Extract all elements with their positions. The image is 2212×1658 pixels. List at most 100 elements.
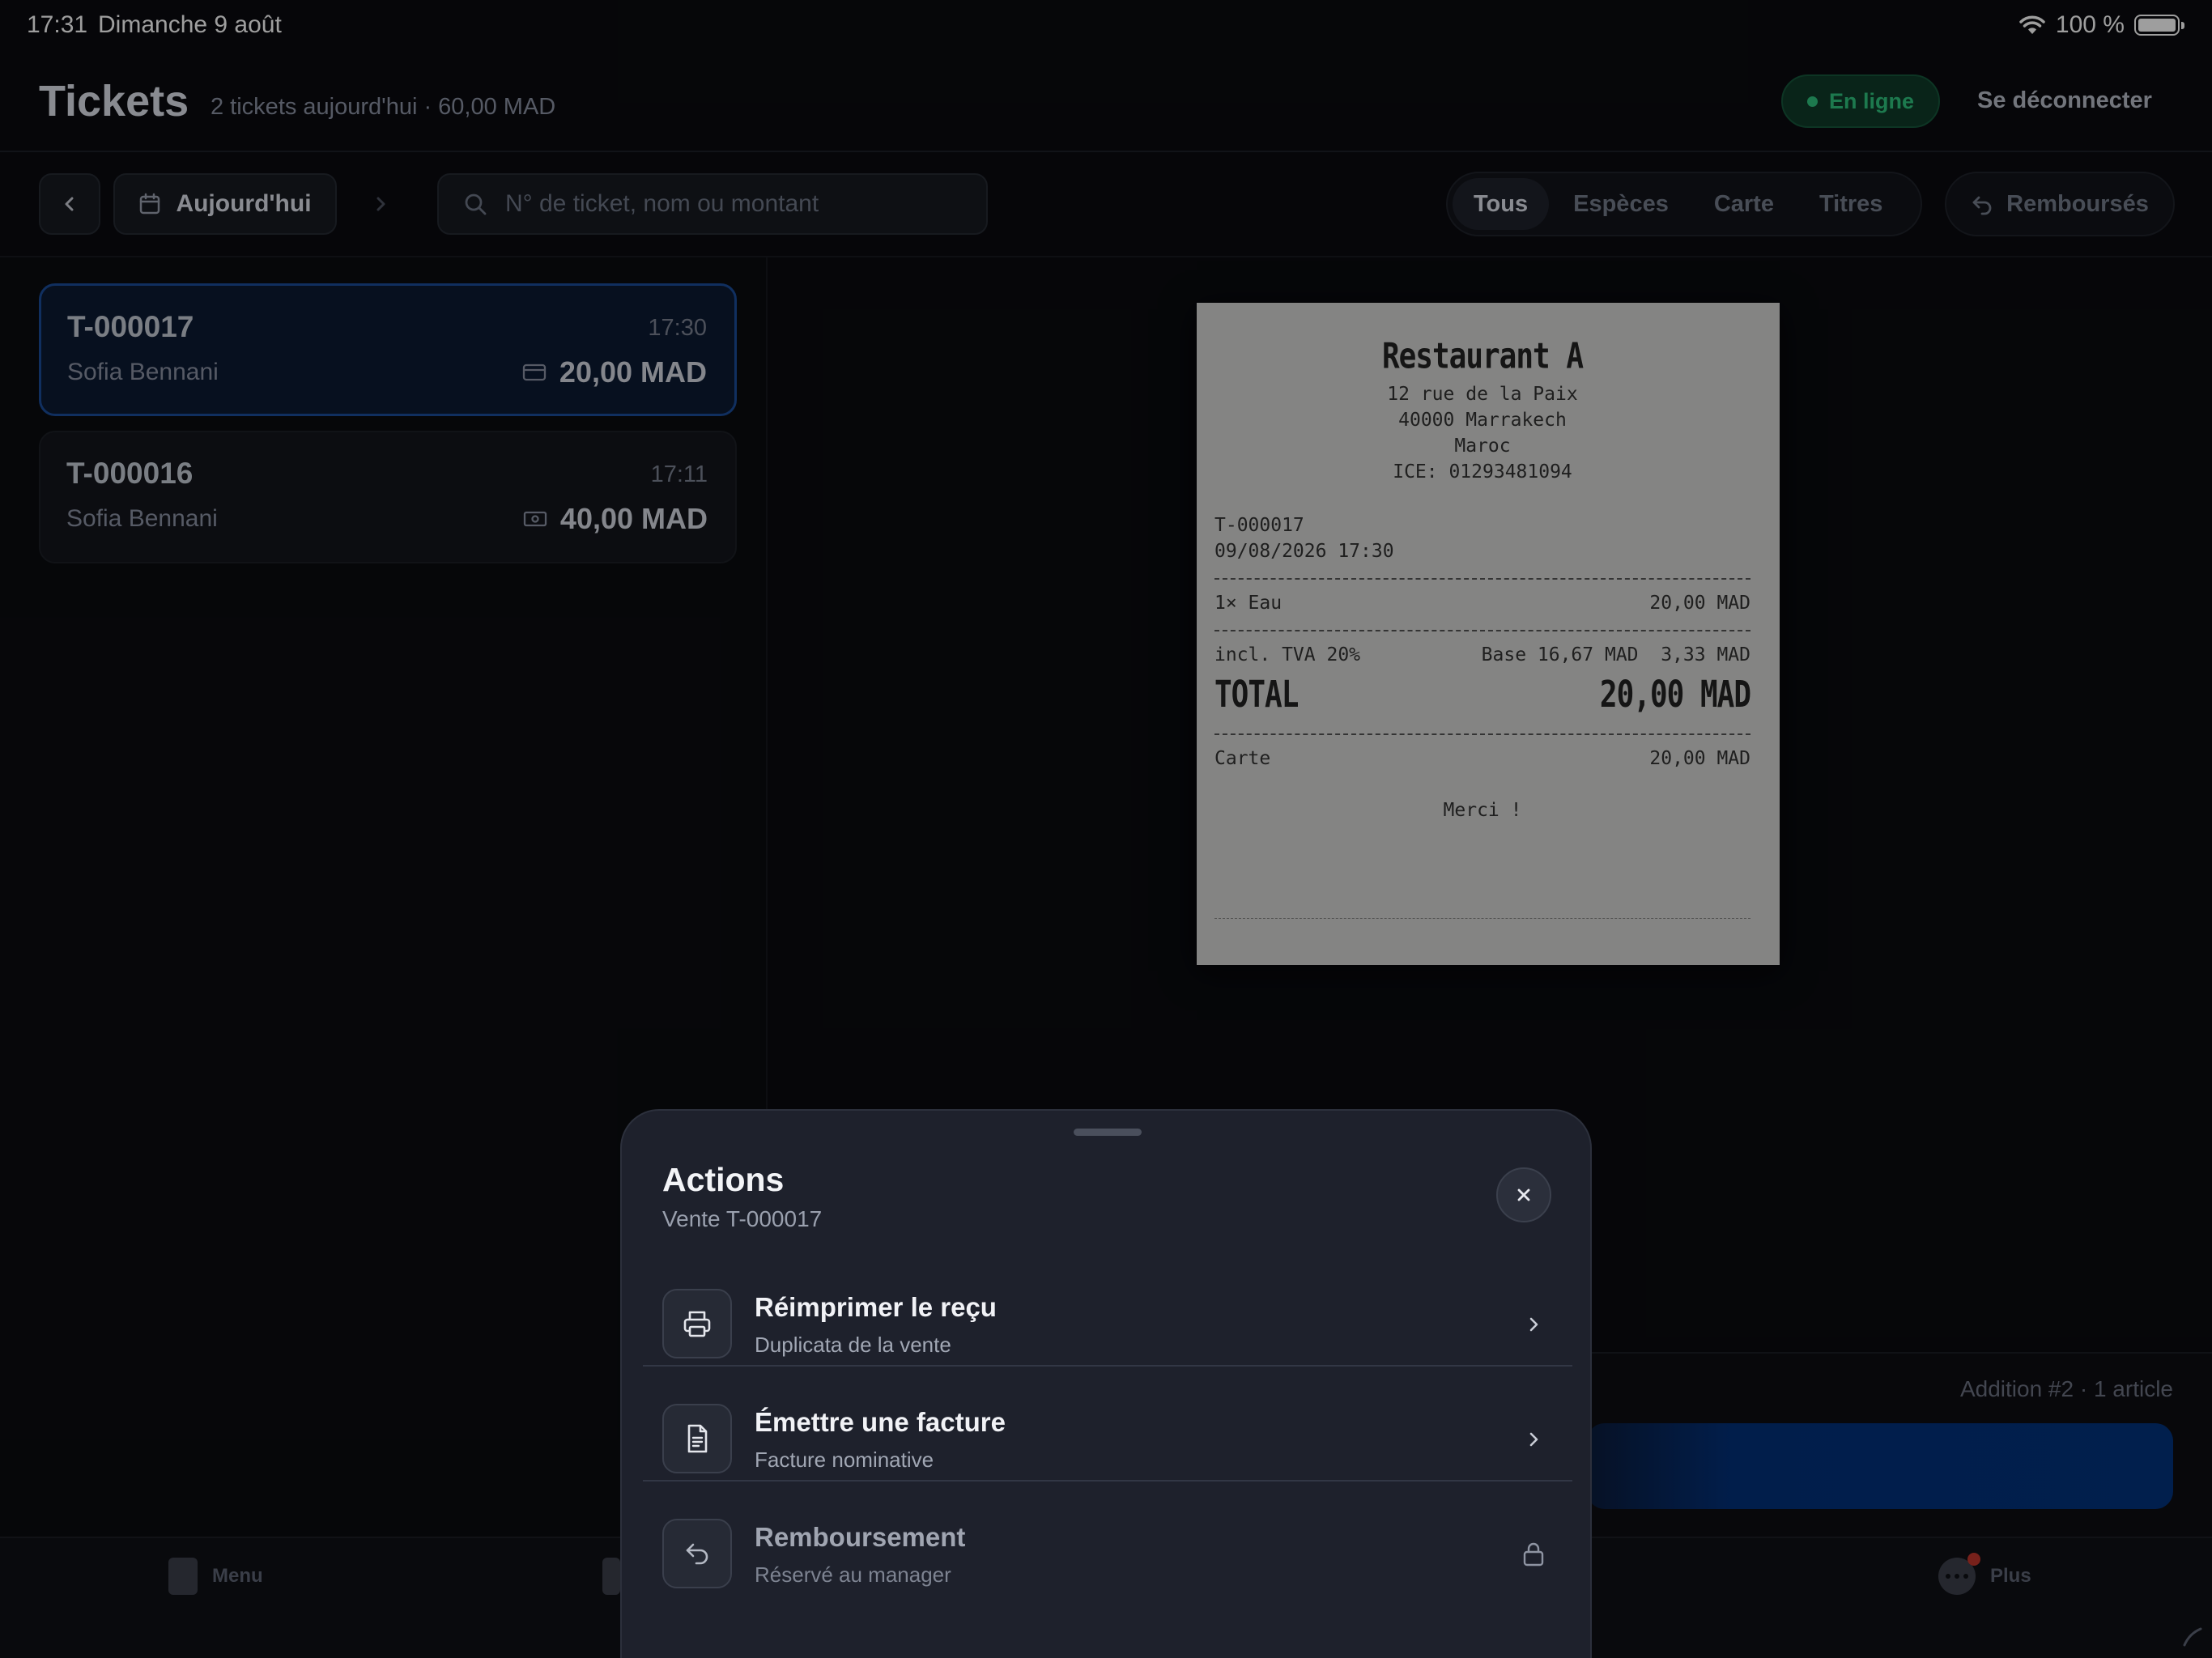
addition-info: Addition #2 · 1 article <box>1959 1376 2173 1401</box>
issue-invoice-action[interactable]: Émettre une facture Facture nominative <box>643 1383 1572 1496</box>
receipt-total-row: TOTAL 20,00 MAD <box>1214 674 1751 716</box>
receipt-cut-line <box>1214 918 1750 919</box>
page-title: Tickets <box>39 77 189 125</box>
action-icon-box <box>662 1404 732 1473</box>
receipt-total-amount: 20,00 MAD <box>1599 674 1751 716</box>
chevron-right-icon <box>1517 1308 1550 1341</box>
payment-filter-segmented-control: Tous Espèces Carte Titres <box>1446 172 1922 236</box>
filter-card[interactable]: Carte <box>1693 178 1795 230</box>
ticket-time: 17:11 <box>650 461 708 487</box>
receipt-item-amount: 20,00 MAD <box>1649 593 1750 614</box>
receipt-ice: ICE: 01293481094 <box>1393 461 1572 483</box>
receipt-address-line2: 40000 Marrakech <box>1398 410 1567 431</box>
sheet-title: Actions <box>662 1161 785 1198</box>
header-divider <box>0 151 2212 152</box>
ticket-card[interactable]: T-000017 17:30 Sofia Bennani 20,00 MAD <box>39 283 737 416</box>
search-icon <box>465 193 487 215</box>
more-icon <box>1938 1553 1980 1595</box>
online-status-label: En ligne <box>1828 88 1914 113</box>
ticket-amount: 40,00 MAD <box>523 502 708 536</box>
action-divider <box>643 1480 1572 1482</box>
battery-icon <box>2134 15 2184 36</box>
action-subtitle: Duplicata de la vente <box>755 1333 951 1357</box>
receipt-tax-row: incl. TVA 20% Base 16,67 MAD 3,33 MAD <box>1214 644 1750 665</box>
cash-icon <box>523 511 547 527</box>
action-title: Remboursement <box>755 1522 966 1552</box>
action-title: Réimprimer le reçu <box>755 1292 997 1322</box>
ticket-time: 17:30 <box>648 315 707 341</box>
action-subtitle: Facture nominative <box>755 1448 934 1472</box>
filter-vouchers[interactable]: Titres <box>1798 178 1904 230</box>
online-dot-icon <box>1806 96 1818 107</box>
ticket-customer: Sofia Bennani <box>67 359 219 385</box>
refund-action[interactable]: Remboursement Réservé au manager <box>643 1498 1572 1611</box>
filter-cash[interactable]: Espèces <box>1552 178 1690 230</box>
calendar-icon <box>140 193 160 215</box>
receipt-restaurant-text: Restaurant A <box>1381 336 1584 377</box>
action-icon-box <box>662 1519 732 1588</box>
receipt-tax-label: incl. TVA 20% <box>1214 644 1361 665</box>
document-icon <box>687 1424 708 1453</box>
receipt-thanks: Merci ! <box>1443 800 1522 821</box>
chevron-right-icon <box>1517 1423 1550 1456</box>
receipt-country: Maroc <box>1454 436 1511 457</box>
ticket-id: T-000017 <box>67 310 194 343</box>
receipt-total-label: TOTAL <box>1214 674 1299 716</box>
sheet-grabber[interactable] <box>1074 1129 1142 1136</box>
close-icon <box>1517 1188 1530 1201</box>
primary-action-button[interactable] <box>1587 1423 2173 1509</box>
action-icon-box <box>662 1289 732 1358</box>
search-field[interactable] <box>437 173 988 235</box>
receipt-ticket-id: T-000017 <box>1214 515 1304 536</box>
tab-tables[interactable] <box>602 1558 620 1595</box>
lock-icon <box>1517 1538 1550 1571</box>
previous-day-button[interactable] <box>39 173 100 235</box>
ticket-amount-value: 40,00 MAD <box>559 502 708 535</box>
receipt-restaurant-name: Restaurant A <box>1214 336 1750 377</box>
reprint-receipt-action[interactable]: Réimprimer le reçu Duplicata de la vente <box>643 1268 1572 1381</box>
online-status-badge: En ligne <box>1781 74 1940 128</box>
ticket-amount: 20,00 MAD <box>522 355 707 389</box>
receipt-separator <box>1214 630 1750 631</box>
chevron-right-icon <box>376 197 385 211</box>
filter-all[interactable]: Tous <box>1453 178 1550 230</box>
date-picker-button[interactable]: Aujourd'hui <box>113 173 337 235</box>
refunds-filter-button[interactable]: Remboursés <box>1945 172 2175 236</box>
card-icon <box>522 363 547 381</box>
ticket-customer: Sofia Bennani <box>66 505 218 532</box>
page-subtitle: 2 tickets aujourd'hui · 60,00 MAD <box>211 94 556 120</box>
status-date: Dimanche 9 août <box>98 11 282 38</box>
battery-percent: 100 % <box>2055 11 2125 38</box>
action-title: Émettre une facture <box>755 1407 1006 1437</box>
date-label: Aujourd'hui <box>176 190 312 217</box>
next-day-button[interactable] <box>350 173 411 235</box>
action-subtitle: Réservé au manager <box>755 1562 951 1587</box>
status-time: 17:31 <box>27 11 88 38</box>
receipt-payment-label: Carte <box>1214 748 1271 769</box>
status-indicators: 100 % <box>2018 11 2184 39</box>
undo-icon <box>1972 196 1992 215</box>
close-sheet-button[interactable] <box>1496 1167 1551 1222</box>
receipt-tax-detail: Base 16,67 MAD 3,33 MAD <box>1481 644 1750 665</box>
tab-more[interactable]: Plus <box>1938 1553 2031 1595</box>
chevron-left-icon <box>65 197 74 211</box>
pencil-icon <box>2183 1627 2202 1647</box>
search-input[interactable] <box>505 190 975 218</box>
tables-icon <box>602 1558 620 1595</box>
tab-menu[interactable]: Menu <box>168 1558 263 1595</box>
ticket-id: T-000016 <box>66 457 194 490</box>
receipt-payment-amount: 20,00 MAD <box>1649 748 1750 769</box>
refunds-label: Remboursés <box>2006 190 2149 217</box>
tab-more-label: Plus <box>1990 1565 2031 1587</box>
action-divider <box>643 1365 1572 1367</box>
receipt-item-row: 1× Eau 20,00 MAD <box>1214 593 1750 614</box>
logout-button[interactable]: Se déconnecter <box>1977 87 2152 114</box>
ticket-card[interactable]: T-000016 17:11 Sofia Bennani 40,00 MAD <box>39 431 737 563</box>
actions-sheet: Actions Vente T-000017 Réimprimer le reç… <box>620 1109 1592 1658</box>
printer-icon <box>683 1311 711 1337</box>
menu-book-icon <box>168 1558 198 1595</box>
sheet-subtitle: Vente T-000017 <box>662 1206 823 1231</box>
receipt-item-label: 1× Eau <box>1214 593 1283 614</box>
tab-menu-label: Menu <box>212 1565 263 1587</box>
ticket-amount-value: 20,00 MAD <box>559 355 707 389</box>
